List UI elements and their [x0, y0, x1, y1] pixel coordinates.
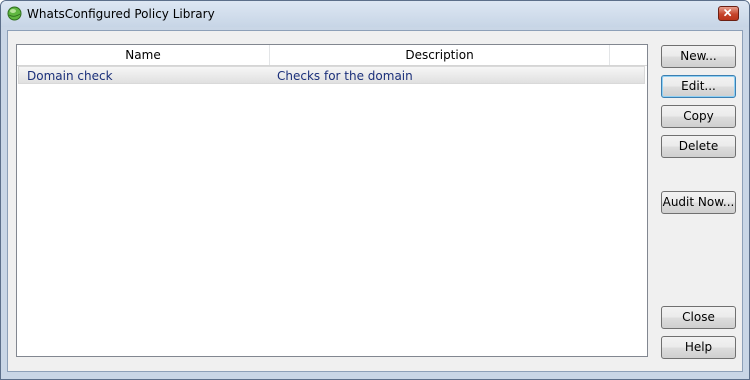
window-title: WhatsConfigured Policy Library	[27, 7, 215, 21]
list-header: Name Description	[17, 45, 647, 66]
audit-now-button[interactable]: Audit Now...	[661, 191, 736, 214]
column-header-description[interactable]: Description	[270, 45, 610, 65]
delete-button[interactable]: Delete	[661, 135, 736, 158]
column-header-name[interactable]: Name	[17, 45, 270, 65]
help-button[interactable]: Help	[661, 336, 736, 359]
close-window-button[interactable]	[718, 6, 739, 21]
app-globe-icon	[7, 6, 22, 21]
table-row[interactable]: Domain check Checks for the domain	[18, 66, 645, 84]
edit-button[interactable]: Edit...	[661, 75, 736, 98]
close-icon	[724, 9, 732, 17]
policy-list[interactable]: Name Description Domain check Checks for…	[16, 44, 648, 357]
policy-library-window: WhatsConfigured Policy Library Name Desc…	[0, 0, 750, 380]
title-bar[interactable]: WhatsConfigured Policy Library	[1, 1, 749, 27]
new-button[interactable]: New...	[661, 45, 736, 68]
copy-button[interactable]: Copy	[661, 105, 736, 128]
column-header-filler	[610, 45, 647, 65]
row-name-cell: Domain check	[27, 69, 113, 83]
dialog-body: Name Description Domain check Checks for…	[7, 30, 743, 372]
close-button[interactable]: Close	[661, 306, 736, 329]
row-description-cell: Checks for the domain	[277, 69, 413, 83]
